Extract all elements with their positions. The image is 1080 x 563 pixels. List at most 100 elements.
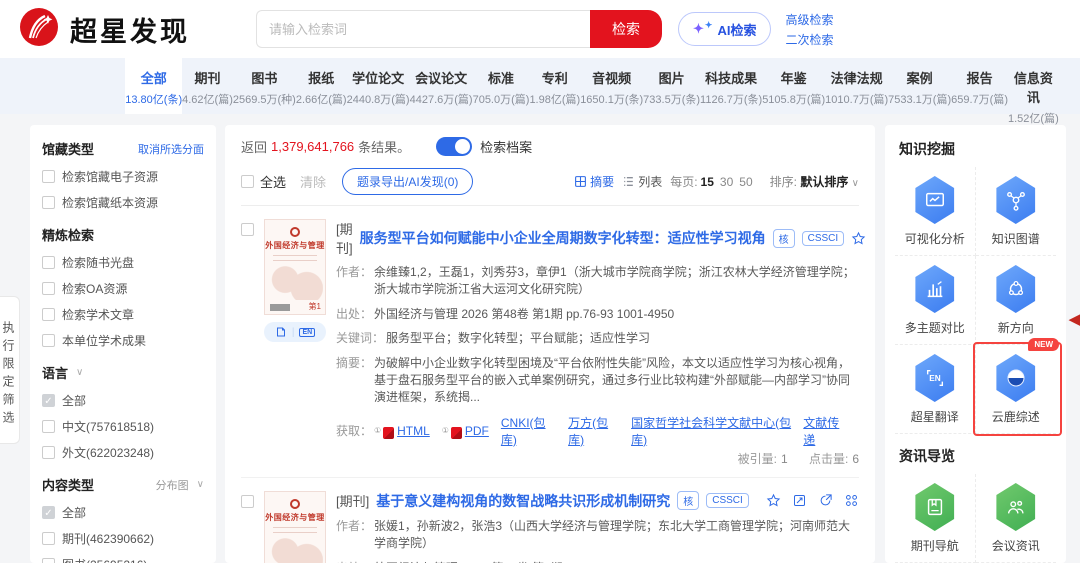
tool-new-direction[interactable]: 新方向 [975, 256, 1056, 345]
filter-option[interactable]: 检索随书光盘 [42, 254, 204, 271]
checkbox[interactable] [42, 334, 55, 347]
ai-search-button[interactable]: ✦ ✦ AI检索 [678, 12, 772, 46]
checkbox[interactable] [42, 558, 55, 563]
filter-option[interactable]: 检索学术文章 [42, 306, 204, 323]
tab-thesis[interactable]: 学位论文 2440.8万(篇) [347, 58, 410, 114]
tab-conference[interactable]: 会议论文 4427.6万(篇) [410, 58, 473, 114]
archive-toggle[interactable] [436, 137, 473, 156]
tab-av[interactable]: 音视频 1650.1万(条) [580, 58, 643, 114]
section-title: 馆藏类型 [42, 142, 95, 157]
checkbox[interactable] [42, 308, 55, 321]
cite-icon[interactable] [792, 493, 807, 508]
checkbox-checked[interactable]: ✓ [42, 506, 55, 519]
tab-case[interactable]: 案例 7533.1万(篇) [888, 58, 951, 114]
access-cnki-link[interactable]: CNKI(包库) [501, 414, 556, 448]
per-page-30[interactable]: 30 [720, 175, 733, 189]
result-title-link[interactable]: 服务型平台如何赋能中小企业全周期数字化转型：适应性学习视角 [360, 228, 766, 248]
tab-tech-achievement[interactable]: 科技成果 1126.7万(条) [700, 58, 762, 114]
result-source: 外国经济与管理 2026 第48卷 第1期 pp.57-75 1001-4950 [374, 560, 674, 563]
tab-book[interactable]: 图书 2569.5万(种) [233, 58, 296, 114]
collapse-panel-arrow-icon[interactable]: ◀ [1068, 310, 1080, 328]
result-checkbox[interactable] [241, 223, 254, 236]
checkbox[interactable] [42, 196, 55, 209]
sort-value[interactable]: 默认排序 [800, 175, 848, 189]
per-page-15[interactable]: 15 [701, 175, 714, 189]
tab-newspaper[interactable]: 报纸 2.66亿(篇) [296, 58, 347, 114]
select-all-checkbox[interactable] [241, 175, 254, 188]
new-badge: NEW [1028, 338, 1059, 351]
checkbox[interactable] [42, 256, 55, 269]
checkbox[interactable] [42, 532, 55, 545]
advanced-search-link[interactable]: 高级检索 [785, 11, 833, 28]
result-actions [766, 493, 859, 508]
tab-journal[interactable]: 期刊 4.62亿(篇) [182, 58, 233, 114]
access-delivery-link[interactable]: 文献传递 [803, 414, 847, 448]
filter-option[interactable]: 检索馆藏纸本资源 [42, 194, 204, 211]
list-view-button[interactable]: 列表 [622, 173, 662, 190]
journal-cover[interactable]: 外国经济与管理 第1 [264, 219, 326, 315]
search-button[interactable]: 检索 [590, 10, 662, 48]
access-ncpssd-link[interactable]: 国家哲学社会科学文献中心(包库) [631, 414, 791, 448]
filter-option[interactable]: 检索OA资源 [42, 280, 204, 297]
result-checkbox[interactable] [241, 494, 254, 508]
tab-news[interactable]: 信息资讯 1.52亿(篇) [1008, 58, 1059, 125]
distribution-map-link[interactable]: 分布图 [156, 477, 189, 493]
checkbox[interactable] [42, 170, 55, 183]
tool-chaoxing-translate[interactable]: EN 超星翻译 [895, 345, 976, 434]
filter-option[interactable]: 外文(622023248) [42, 444, 204, 461]
checkbox[interactable] [42, 282, 55, 295]
tool-yunlu-review[interactable]: NEW 云鹿综述 [972, 338, 1062, 436]
tool-knowledge-graph[interactable]: 知识图谱 [975, 167, 1056, 256]
filter-sidebar: 馆藏类型 取消所选分面 检索馆藏电子资源 检索馆藏纸本资源 精炼检索 检索随书光… [30, 125, 216, 563]
favorite-icon[interactable] [851, 231, 866, 246]
reader-icon[interactable] [275, 326, 287, 338]
filter-option[interactable]: ✓ 全部 [42, 392, 204, 409]
export-ai-discovery-button[interactable]: 题录导出/AI发现(0) [342, 168, 474, 195]
clear-facets-link[interactable]: 取消所选分面 [138, 141, 204, 157]
search-input[interactable] [256, 10, 590, 48]
tab-report[interactable]: 报告 659.7万(篇) [951, 58, 1008, 114]
sort-control[interactable]: 排序: 默认排序 ∨ [770, 173, 859, 190]
translate-en-icon[interactable]: EN [299, 327, 316, 337]
favorite-icon[interactable] [766, 493, 781, 508]
filter-option[interactable]: 期刊(462390662) [42, 530, 204, 547]
tab-law[interactable]: 法律法规 1010.7万(篇) [825, 58, 888, 114]
tool-multi-topic-compare[interactable]: 多主题对比 [895, 256, 976, 345]
filter-option[interactable]: 中文(757618518) [42, 418, 204, 435]
chevron-down-icon[interactable]: ∨ [76, 367, 83, 378]
access-html-link[interactable]: HTML [397, 424, 430, 438]
tab-yearbook[interactable]: 年鉴 5105.8万(篇) [762, 58, 825, 114]
filter-apply-side-tab[interactable]: 执行限定筛选 [0, 296, 20, 444]
share-icon[interactable] [818, 493, 833, 508]
select-all[interactable]: 全选 [241, 172, 286, 191]
secondary-search-link[interactable]: 二次检索 [785, 31, 833, 48]
tool-meeting-news[interactable]: 会议资讯 [975, 474, 1056, 563]
tool-visual-analysis[interactable]: 可视化分析 [895, 167, 976, 256]
tab-patent[interactable]: 专利 1.98亿(篇) [529, 58, 580, 114]
core-badge: 核 [772, 228, 795, 248]
filter-section-language: 语言 ∨ ✓ 全部 中文(757618518) 外文(622023248) [42, 363, 204, 461]
filter-option[interactable]: 本单位学术成果 [42, 332, 204, 349]
checkbox-checked[interactable]: ✓ [42, 394, 55, 407]
result-title-link[interactable]: 基于意义建构视角的数智战略共识形成机制研究 [376, 491, 670, 511]
checkbox[interactable] [42, 446, 55, 459]
tab-all[interactable]: 全部 13.80亿(条) [125, 58, 183, 114]
checkbox[interactable] [42, 420, 55, 433]
access-pdf-link[interactable]: PDF [465, 424, 489, 438]
tab-standard[interactable]: 标准 705.0万(篇) [473, 58, 530, 114]
abstract-view-button[interactable]: 摘要 [574, 173, 614, 190]
clear-selection-button[interactable]: 清除 [300, 172, 326, 191]
per-page-50[interactable]: 50 [739, 175, 752, 189]
related-items-icon[interactable] [844, 493, 859, 508]
filter-option[interactable]: 检索馆藏电子资源 [42, 168, 204, 185]
result-cover-column: 外国经济与管理 第1 | EN [264, 490, 326, 563]
access-wanfang-link[interactable]: 万方(包库) [568, 414, 619, 448]
visual-analysis-icon [915, 176, 955, 224]
journal-cover[interactable]: 外国经济与管理 第1 [264, 490, 326, 563]
tab-image[interactable]: 图片 733.5万(条) [643, 58, 700, 114]
tool-journal-nav[interactable]: 期刊导航 [895, 474, 976, 563]
per-page-control: 每页: 15 30 50 [670, 175, 753, 189]
filter-option[interactable]: ✓ 全部 [42, 504, 204, 521]
chevron-down-icon[interactable]: ∨ [197, 479, 204, 490]
filter-option[interactable]: 图书(25695216) [42, 556, 204, 563]
